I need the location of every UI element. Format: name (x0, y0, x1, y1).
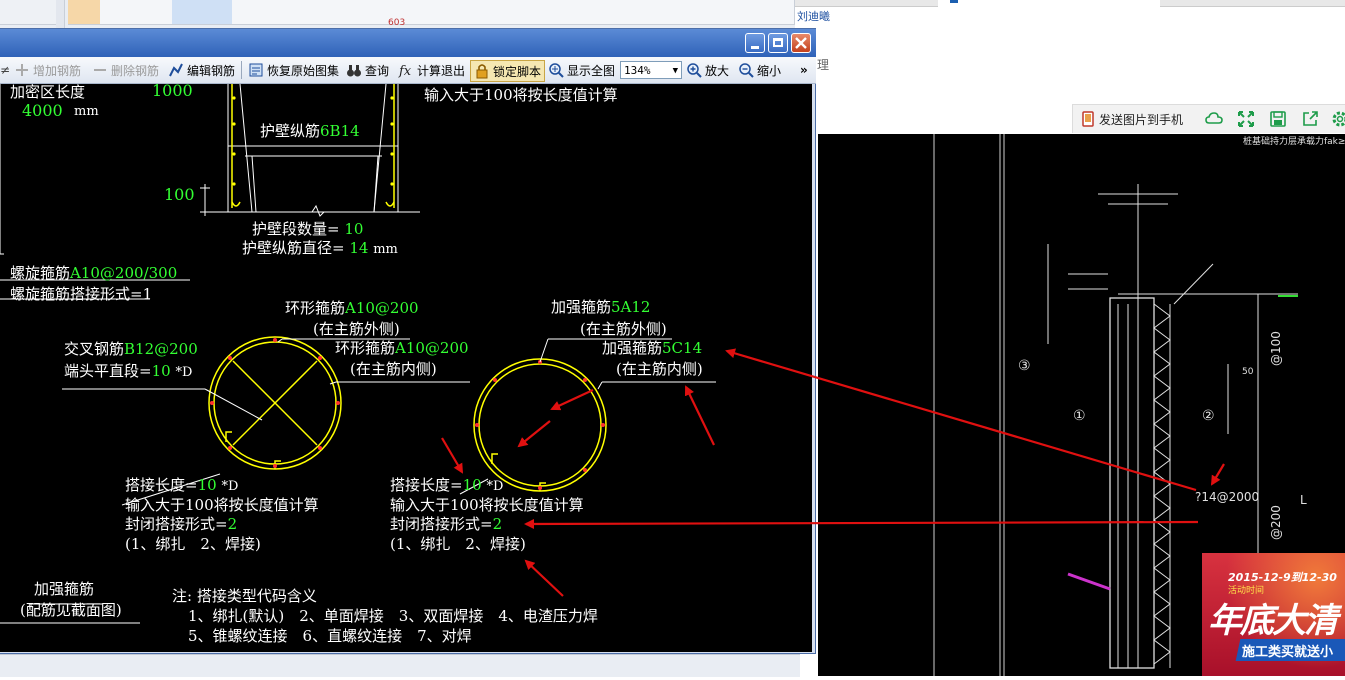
annotation-overlay (441, 348, 1225, 597)
annotation-arrow (441, 437, 464, 474)
annotation-arrow (524, 559, 564, 597)
annotation-arrow (725, 348, 1197, 492)
annotation-arrow (524, 518, 1199, 529)
annotation-arrow (550, 389, 594, 411)
annotation-arrow (517, 420, 551, 448)
annotation-arrow (1210, 463, 1225, 486)
annotation-arrow (684, 385, 715, 446)
